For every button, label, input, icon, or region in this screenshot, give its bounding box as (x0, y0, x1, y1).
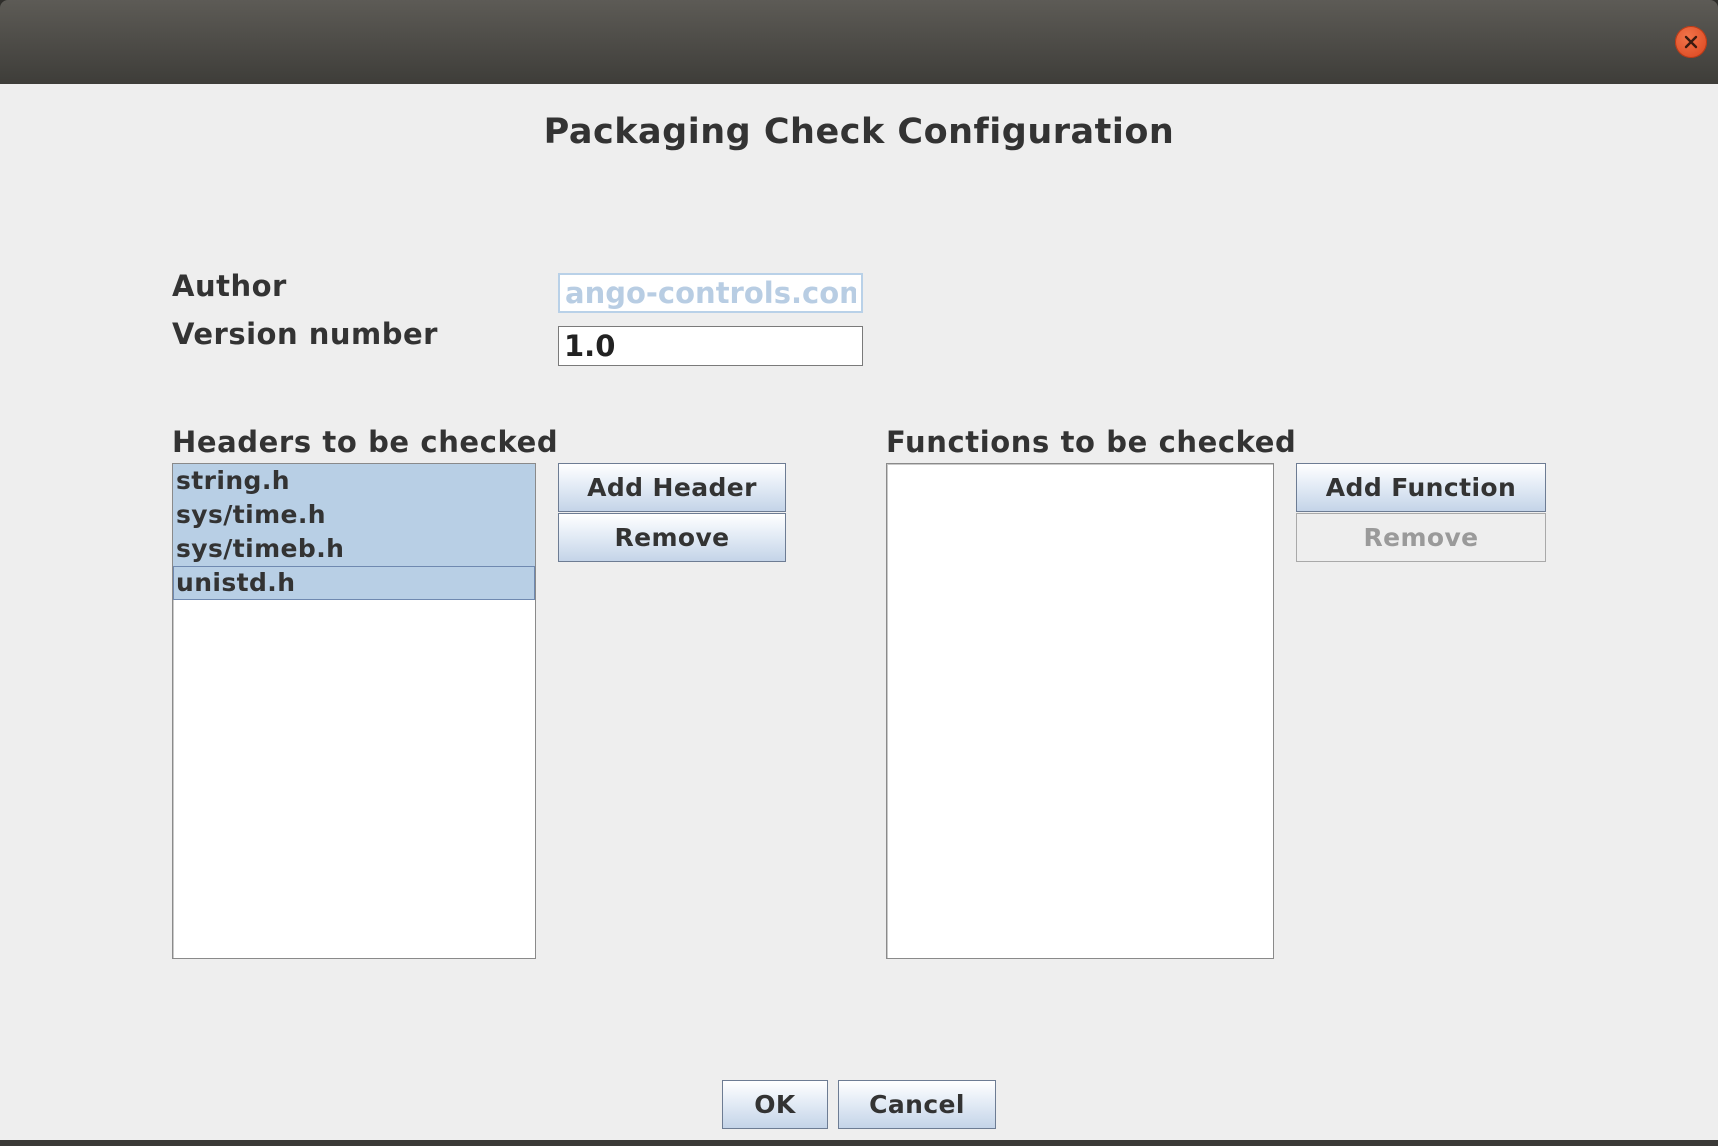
list-item[interactable]: sys/time.h (173, 498, 535, 532)
ok-button[interactable]: OK (722, 1080, 828, 1129)
background-strip (0, 1140, 1718, 1146)
add-header-button[interactable]: Add Header (558, 463, 786, 512)
dialog-title: Packaging Check Configuration (543, 112, 1175, 152)
list-item[interactable]: sys/timeb.h (173, 532, 535, 566)
packaging-check-dialog: Packaging Check Configuration Author Ver… (0, 84, 1718, 1140)
list-item[interactable]: string.h (173, 464, 535, 498)
list-item[interactable]: unistd.h (173, 566, 535, 600)
add-function-button[interactable]: Add Function (1296, 463, 1546, 512)
remove-header-button[interactable]: Remove (558, 513, 786, 562)
cancel-button[interactable]: Cancel (838, 1080, 996, 1129)
functions-list[interactable] (886, 463, 1274, 959)
headers-list[interactable]: string.h sys/time.h sys/timeb.h unistd.h (172, 463, 536, 959)
headers-label: Headers to be checked (172, 425, 559, 459)
author-field (558, 273, 863, 313)
version-number-field[interactable] (558, 326, 863, 366)
close-icon[interactable] (1675, 26, 1707, 58)
window-titlebar (0, 0, 1718, 84)
functions-label: Functions to be checked (886, 425, 1297, 459)
version-number-label: Version number (172, 317, 438, 351)
remove-function-button: Remove (1296, 513, 1546, 562)
author-label: Author (172, 269, 287, 303)
